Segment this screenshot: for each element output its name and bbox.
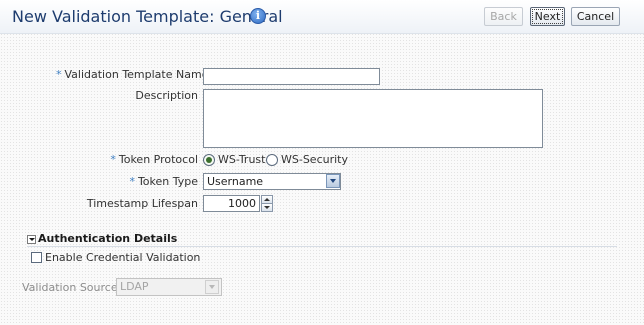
timestamp-lifespan-input[interactable]: 1000 bbox=[203, 195, 260, 212]
section-divider bbox=[27, 246, 617, 247]
page-title: New Validation Template: General bbox=[12, 7, 283, 26]
ws-security-label[interactable]: WS-Security bbox=[281, 153, 348, 167]
spin-down-icon[interactable] bbox=[261, 203, 273, 212]
token-type-value: Username bbox=[207, 175, 264, 188]
section-collapse-icon[interactable] bbox=[27, 235, 36, 244]
token-protocol-label-text: Token Protocol bbox=[118, 153, 198, 166]
token-type-label: * Token Type bbox=[56, 175, 198, 189]
validation-source-value: LDAP bbox=[120, 280, 149, 293]
chevron-down-icon[interactable] bbox=[326, 174, 340, 188]
template-name-label: * Validation Template Name bbox=[56, 68, 208, 82]
chevron-down-icon bbox=[205, 280, 219, 294]
validation-source-label: Validation Source bbox=[22, 281, 118, 294]
info-icon[interactable] bbox=[250, 8, 266, 24]
required-asterisk: * bbox=[129, 175, 135, 188]
description-textarea[interactable] bbox=[203, 89, 543, 148]
token-protocol-label: * Token Protocol bbox=[56, 153, 198, 167]
template-name-label-text: Validation Template Name bbox=[64, 68, 209, 81]
description-label: Description bbox=[135, 89, 198, 102]
back-button[interactable]: Back bbox=[484, 7, 523, 26]
auth-section-title[interactable]: Authentication Details bbox=[38, 232, 177, 246]
ws-trust-label[interactable]: WS-Trust bbox=[218, 153, 265, 167]
token-type-label-text: Token Type bbox=[137, 175, 198, 188]
template-name-input[interactable] bbox=[203, 68, 380, 85]
required-asterisk: * bbox=[110, 153, 116, 166]
credential-validation-checkbox[interactable] bbox=[31, 252, 42, 263]
token-type-select[interactable]: Username bbox=[203, 173, 341, 190]
ws-security-radio[interactable] bbox=[266, 154, 278, 166]
ws-trust-radio[interactable] bbox=[203, 154, 215, 166]
required-asterisk: * bbox=[56, 68, 62, 81]
cancel-button[interactable]: Cancel bbox=[571, 7, 620, 26]
next-button-label: Next bbox=[531, 9, 564, 24]
timestamp-lifespan-label: Timestamp Lifespan bbox=[86, 197, 198, 210]
next-button[interactable]: Next bbox=[530, 7, 565, 26]
credential-validation-label[interactable]: Enable Credential Validation bbox=[45, 251, 200, 265]
